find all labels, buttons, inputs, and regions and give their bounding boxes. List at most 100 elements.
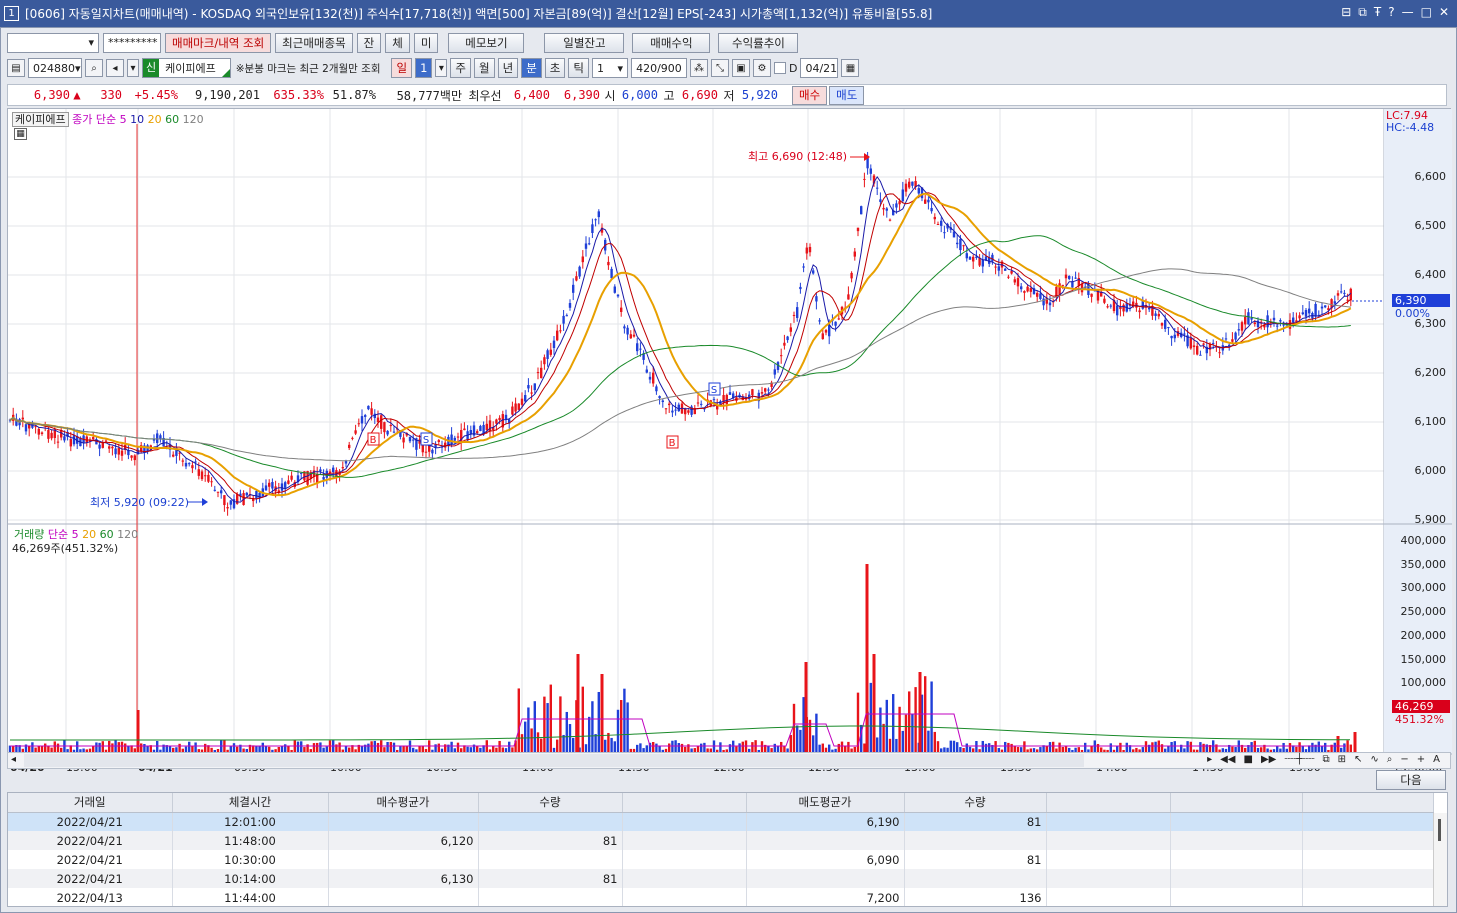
candle-body — [629, 334, 632, 339]
stock-label[interactable]: 케이피에프 — [12, 112, 69, 127]
date-checkbox[interactable] — [773, 62, 786, 74]
restore-icon[interactable]: ⧉ — [1358, 5, 1367, 20]
scroll-thumb[interactable] — [1438, 819, 1441, 841]
scroll-right-icon[interactable]: ▸ — [1207, 754, 1212, 765]
stock-code-input[interactable]: 024880 ▾ — [28, 58, 82, 78]
candle-body — [821, 333, 824, 340]
buy-button[interactable]: 매수 — [792, 85, 828, 105]
next-button[interactable]: 다음 — [1376, 770, 1446, 790]
trade-mark-label: S — [423, 435, 429, 446]
interval-select[interactable]: 1 ▾ — [591, 58, 628, 78]
cursor-icon[interactable]: ↖ — [1354, 754, 1362, 765]
candle-body — [1039, 293, 1042, 299]
table-row[interactable]: 2022/04/21 12:01:00 6,190 81 — [8, 812, 1434, 831]
candle-body — [716, 406, 719, 410]
chart-canvas[interactable]: B S B S — [8, 109, 1452, 769]
indicator-icon[interactable]: ⁂ — [689, 59, 708, 77]
low-arrowhead — [202, 498, 208, 506]
chart-scrollbar[interactable]: ◂ ▸ ◀◀ ■ ▶▶ ┈┈┼┈┈ ⧉ ⊞ ↖ ∿ ⌕ − + A — [7, 752, 1451, 769]
calendar-icon[interactable]: ▦ — [841, 59, 860, 77]
speaker-icon[interactable]: ◂ — [106, 59, 124, 77]
trend-icon[interactable]: ∿ — [1370, 754, 1378, 765]
table-toggle-icon[interactable]: ▦ — [14, 128, 27, 140]
date-input[interactable]: 04/21 — [800, 58, 839, 78]
stock-name-field[interactable]: 신 케이피에프 — [142, 58, 231, 78]
zoom-icon[interactable]: ⌕ — [1387, 754, 1393, 765]
column-header[interactable]: 거래일 — [8, 793, 173, 813]
candle-body — [50, 432, 53, 439]
candle-body — [181, 460, 184, 462]
price-summary: 6,390 ▲ 330 +5.45% 9,190,201 635.33% 51.… — [7, 84, 1447, 106]
password-field[interactable]: ********* — [103, 32, 161, 53]
trade-profit-button[interactable]: 매매수익 — [632, 32, 711, 53]
executed-button[interactable]: 체 — [385, 32, 410, 53]
pin-icon[interactable]: Ŧ — [1374, 5, 1381, 20]
zoom-slider-icon[interactable]: ┈┈┼┈┈ — [1284, 754, 1314, 765]
dock-icon[interactable]: ⊟ — [1341, 5, 1351, 20]
help-icon[interactable]: ? — [1388, 5, 1394, 20]
table-vertical-scrollbar[interactable] — [1433, 813, 1447, 906]
column-header[interactable]: 수량 — [904, 793, 1047, 813]
period-tick-button[interactable]: 틱 — [568, 58, 589, 78]
candle-body — [1061, 284, 1064, 286]
period-day-button[interactable]: 일 — [391, 58, 413, 78]
rewind-icon[interactable]: ◀◀ — [1220, 754, 1235, 765]
table-row[interactable]: 2022/04/21 10:30:00 6,090 81 — [8, 850, 1434, 869]
zoom-in-icon[interactable]: + — [1417, 754, 1425, 765]
column-header[interactable]: 체결시간 — [172, 793, 329, 813]
table-row[interactable]: 2022/04/13 11:44:00 7,200 136 — [8, 888, 1434, 906]
new-badge: 신 — [143, 59, 160, 77]
candle-body — [751, 389, 754, 396]
volume-bar — [626, 702, 629, 754]
return-trend-button[interactable]: 수익률추이 — [718, 32, 799, 53]
candle-body — [834, 321, 837, 326]
unexecuted-button[interactable]: 미 — [413, 32, 439, 53]
period-minute-button[interactable]: 분 — [521, 58, 542, 78]
recent-trades-button[interactable]: 최근매매종목 — [275, 32, 353, 53]
chart-area[interactable]: BSBS 케이피에프 종가 단순 5 10 20 60 120 ▦ LC:7.9… — [7, 108, 1452, 774]
period-week-button[interactable]: 주 — [450, 58, 471, 78]
font-icon[interactable]: A — [1433, 754, 1440, 765]
trade-mark-query-button[interactable]: 매매마크/내역 조회 — [165, 32, 272, 53]
account-select[interactable]: ▾ — [7, 32, 99, 53]
split-icon[interactable]: ⊞ — [1338, 754, 1346, 765]
candle-body — [773, 369, 776, 375]
period-second-button[interactable]: 초 — [544, 58, 566, 78]
scroll-track[interactable] — [24, 754, 1084, 767]
stop-icon[interactable]: ■ — [1244, 754, 1253, 765]
balance-button[interactable]: 잔 — [356, 32, 382, 53]
maximize-icon[interactable]: □ — [1421, 5, 1432, 20]
column-header[interactable] — [1302, 793, 1434, 813]
draw-tool-icon[interactable]: ⤡ — [710, 59, 729, 77]
column-header[interactable]: 수량 — [478, 793, 623, 813]
zoom-out-icon[interactable]: − — [1400, 754, 1408, 765]
chevron-down-icon[interactable]: ▾ — [127, 59, 139, 77]
column-header[interactable] — [1170, 793, 1303, 813]
period-year-button[interactable]: 년 — [497, 58, 519, 78]
memo-button[interactable]: 메모보기 — [448, 32, 525, 53]
column-header[interactable] — [622, 793, 747, 813]
period-n-button[interactable]: 1 — [415, 58, 433, 78]
search-icon[interactable]: ⌕ — [85, 59, 103, 77]
candle-body — [156, 433, 159, 443]
candle-body — [1106, 306, 1109, 308]
column-header[interactable] — [1046, 793, 1171, 813]
gear-icon[interactable]: ⚙ — [752, 59, 771, 77]
count-field[interactable]: 420/900 — [630, 58, 687, 78]
column-header[interactable]: 매도평균가 — [746, 793, 905, 813]
sell-button[interactable]: 매도 — [829, 85, 865, 105]
period-month-button[interactable]: 월 — [474, 58, 495, 78]
save-icon[interactable]: ▣ — [731, 59, 750, 77]
scroll-left-icon[interactable]: ◂ — [11, 754, 16, 765]
panel-icon[interactable]: ▤ — [7, 59, 25, 77]
candle-body — [802, 266, 805, 268]
chevron-down-icon[interactable]: ▾ — [435, 59, 448, 77]
minimize-icon[interactable]: — — [1402, 5, 1414, 20]
fast-forward-icon[interactable]: ▶▶ — [1261, 754, 1276, 765]
overlay-icon[interactable]: ⧉ — [1322, 754, 1329, 765]
close-icon[interactable]: ✕ — [1439, 5, 1449, 20]
daily-balance-button[interactable]: 일별잔고 — [544, 32, 625, 53]
table-row[interactable]: 2022/04/21 10:14:00 6,130 81 — [8, 869, 1434, 888]
table-row[interactable]: 2022/04/21 11:48:00 6,120 81 — [8, 831, 1434, 850]
column-header[interactable]: 매수평균가 — [328, 793, 479, 813]
